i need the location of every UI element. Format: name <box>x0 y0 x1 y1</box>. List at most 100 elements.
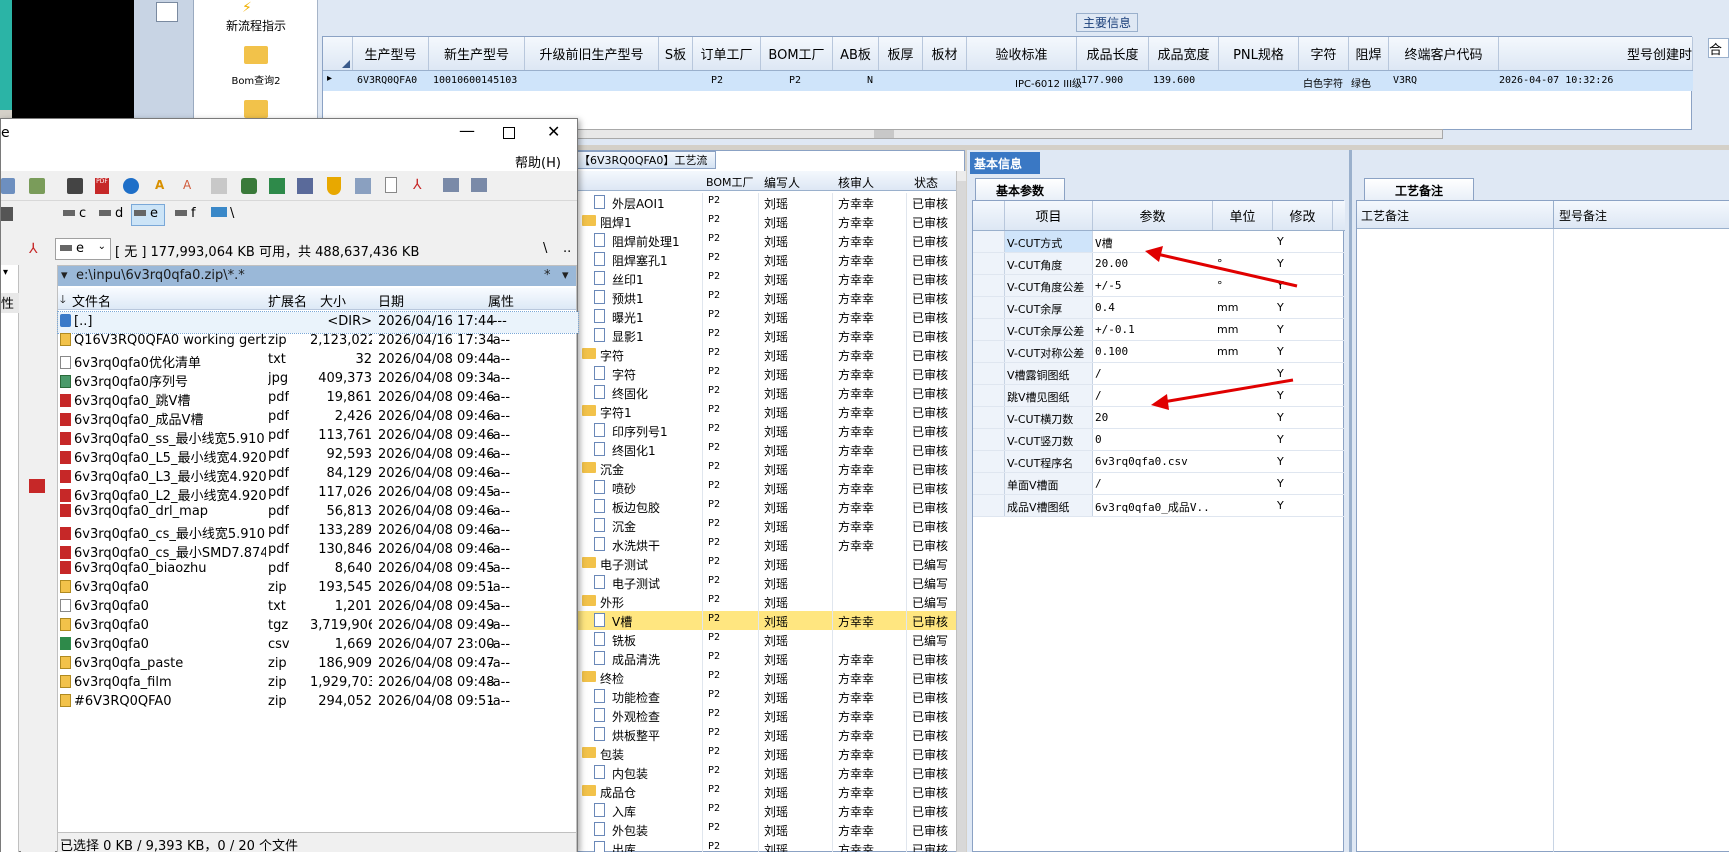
drive-f[interactable]: f <box>175 206 196 221</box>
new-flow-button[interactable]: 新流程指示 <box>194 17 318 34</box>
file-row[interactable]: [..] <DIR> 2026/04/16 17:44 ---- <box>57 311 579 334</box>
process-row[interactable]: 功能检查 P2 刘瑶 方幸幸 已审核 <box>576 687 956 706</box>
col-header[interactable]: 板厚 <box>879 37 923 70</box>
col-header[interactable]: PNL规格 <box>1219 37 1299 70</box>
file-row[interactable]: 6v3rq0qfa0_L5_最小线宽4.920 pdf 92,593 2026/04/… <box>58 445 578 466</box>
process-row[interactable]: 终固化 P2 刘瑶 方幸幸 已审核 <box>576 383 956 402</box>
folder-icon[interactable] <box>244 46 268 64</box>
path-bar[interactable]: ▾ e:\inpu\6v3rq0qfa0.zip\*.* * ▾ <box>58 266 576 286</box>
process-row[interactable]: 印序列号1 P2 刘瑶 方幸幸 已审核 <box>576 421 956 440</box>
param-value[interactable]: +/-5 <box>1095 279 1211 292</box>
param-value[interactable]: V槽 <box>1095 235 1211 251</box>
file-row[interactable]: 6v3rq0qfa0_L2_最小线宽4.920 pdf 117,026 2026/04… <box>58 483 578 504</box>
col-header[interactable]: 升级前旧生产型号 <box>525 37 659 70</box>
process-row[interactable]: 电子测试 P2 刘瑶 已编写 <box>576 554 956 573</box>
pdf-icon[interactable]: PDF <box>95 178 109 194</box>
col-header[interactable]: 字符 <box>1299 37 1349 70</box>
toolbar-icon[interactable] <box>1 178 15 194</box>
param-row[interactable]: V-CUT对称公差 0.100 mm Y <box>973 341 1345 363</box>
process-row[interactable]: 外形 P2 刘瑶 已编写 <box>576 592 956 611</box>
process-row[interactable]: 显影1 P2 刘瑶 方幸幸 已审核 <box>576 326 956 345</box>
up-button[interactable]: .. <box>563 241 571 256</box>
process-row[interactable]: 阻焊1 P2 刘瑶 方幸幸 已审核 <box>576 212 956 231</box>
bom-query-button[interactable]: Bom查询2 <box>194 72 318 87</box>
param-value[interactable]: 6v3rq0qfa0.csv <box>1095 455 1211 468</box>
file-row[interactable]: 6v3rq0qfa0_cs_最小线宽5.910 pdf 133,289 2026/04… <box>58 521 578 542</box>
param-row[interactable]: V-CUT程序名 6v3rq0qfa0.csv Y <box>973 451 1345 473</box>
param-row[interactable]: 单面V槽面 / Y <box>973 473 1345 495</box>
param-value[interactable]: 0.100 <box>1095 345 1211 358</box>
param-row[interactable]: 成品V槽图纸 6v3rq0qfa0_成品V... Y <box>973 495 1345 517</box>
root-button[interactable]: \ <box>543 241 547 256</box>
toolbar-small-icon[interactable] <box>156 2 178 22</box>
close-icon[interactable]: ✕ <box>547 122 560 141</box>
file-row[interactable]: 6v3rq0qfa0_drl_map pdf 56,813 2026/04/08 09… <box>58 502 578 523</box>
file-row[interactable]: Q16V3RQ0QFA0 working gerb.. zip 2,123,022 2… <box>58 331 578 352</box>
file-row[interactable]: 6v3rq0qfa0 txt 1,201 2026/04/08 09:45 -a-- <box>58 597 578 618</box>
col-header[interactable]: AB板 <box>833 37 879 70</box>
toolbar-icon[interactable] <box>29 178 45 194</box>
param-row[interactable]: ▸V-CUT方式V槽Y <box>973 231 1345 253</box>
process-row[interactable]: 电子测试 P2 刘瑶 已编写 <box>576 573 956 592</box>
toolbar-icon[interactable]: A <box>155 178 169 194</box>
col-header[interactable]: 单位 <box>1213 201 1273 230</box>
param-value[interactable]: +/-0.1 <box>1095 323 1211 336</box>
horizontal-scrollbar[interactable] <box>573 129 1443 139</box>
process-notes-tab[interactable]: 工艺备注 <box>1364 178 1474 200</box>
file-row[interactable]: 6v3rq0qfa0优化清单 txt 32 2026/04/08 09:44 -a-- <box>58 350 578 371</box>
col-header[interactable]: 大小 <box>320 291 346 310</box>
col-header[interactable]: 终端客户代码 <box>1389 37 1499 70</box>
file-row[interactable]: 6v3rq0qfa0_ss_最小线宽5.910 pdf 113,761 2026/04… <box>58 426 578 447</box>
toolbar-icon[interactable] <box>297 178 313 194</box>
folder-icon[interactable] <box>244 100 268 118</box>
process-row[interactable]: 预烘1 P2 刘瑶 方幸幸 已审核 <box>576 288 956 307</box>
toolbar-icon[interactable]: A <box>183 178 197 194</box>
help-menu[interactable]: 帮助(H) <box>515 152 561 171</box>
network-drive[interactable]: \ <box>211 206 234 221</box>
col-header[interactable]: 文件名 <box>72 291 111 310</box>
param-value[interactable]: 0 <box>1095 433 1211 446</box>
param-value[interactable]: 6v3rq0qfa0_成品V... <box>1095 499 1211 515</box>
param-value[interactable]: / <box>1095 367 1211 380</box>
col-header[interactable]: 日期 <box>378 291 404 310</box>
process-row[interactable]: 入库 P2 刘瑶 方幸幸 已审核 <box>576 801 956 820</box>
pdf-icon[interactable] <box>29 479 45 493</box>
col-header[interactable]: 新生产型号 <box>429 37 525 70</box>
toolbar-icon[interactable] <box>1 207 13 221</box>
col-header[interactable]: 验收标准 <box>967 37 1077 70</box>
process-row[interactable]: 阻焊塞孔1 P2 刘瑶 方幸幸 已审核 <box>576 250 956 269</box>
document-icon[interactable] <box>385 177 397 193</box>
process-row[interactable]: 外层AOI1 P2 刘瑶 方幸幸 已审核 <box>576 193 956 212</box>
col-header[interactable]: 成品长度 <box>1077 37 1149 70</box>
basic-params-tab[interactable]: 基本参数 <box>975 178 1065 200</box>
col-header[interactable]: 生产型号 <box>353 37 429 70</box>
process-row[interactable]: 字符1 P2 刘瑶 方幸幸 已审核 <box>576 402 956 421</box>
col-header[interactable]: 状态 <box>914 174 938 191</box>
col-header[interactable]: 核审人 <box>838 174 874 191</box>
param-row[interactable]: V-CUT横刀数 20 Y <box>973 407 1345 429</box>
process-row[interactable]: 阻焊前处理1 P2 刘瑶 方幸幸 已审核 <box>576 231 956 250</box>
col-header[interactable]: 工艺备注 <box>1361 207 1409 224</box>
shield-icon[interactable] <box>327 177 341 195</box>
process-row[interactable]: 沉金 P2 刘瑶 方幸幸 已审核 <box>576 516 956 535</box>
vertical-scrollbar[interactable] <box>956 171 966 852</box>
col-header[interactable]: S板 <box>659 37 693 70</box>
pdf-icon[interactable]: ⅄ <box>413 177 427 193</box>
toolbar-icon[interactable] <box>269 178 285 194</box>
col-header[interactable]: 成品宽度 <box>1149 37 1219 70</box>
col-header[interactable]: BOM工厂 <box>706 174 754 190</box>
process-row[interactable]: 终固化1 P2 刘瑶 方幸幸 已审核 <box>576 440 956 459</box>
drive-c[interactable]: c <box>63 206 86 221</box>
col-header[interactable]: 阻焊 <box>1349 37 1389 70</box>
process-row[interactable]: 终检 P2 刘瑶 方幸幸 已审核 <box>576 668 956 687</box>
process-row[interactable]: 外包装 P2 刘瑶 方幸幸 已审核 <box>576 820 956 839</box>
param-row[interactable]: V-CUT角度公差 +/-5 ° Y <box>973 275 1345 297</box>
file-row[interactable]: 6v3rq0qfa0_biaozhu pdf 8,640 2026/04/08 09:… <box>58 559 578 580</box>
param-row[interactable]: V-CUT角度 20.00 ° Y <box>973 253 1345 275</box>
param-value[interactable]: / <box>1095 389 1211 402</box>
col-header[interactable]: 订单工厂 <box>693 37 761 70</box>
file-row[interactable]: 6v3rq0qfa0_L3_最小线宽4.920 pdf 84,129 2026/04/… <box>58 464 578 485</box>
drive-e[interactable]: e <box>131 204 165 226</box>
process-row[interactable]: 包装 P2 刘瑶 方幸幸 已审核 <box>576 744 956 763</box>
col-header[interactable]: 项目 <box>1005 201 1093 230</box>
